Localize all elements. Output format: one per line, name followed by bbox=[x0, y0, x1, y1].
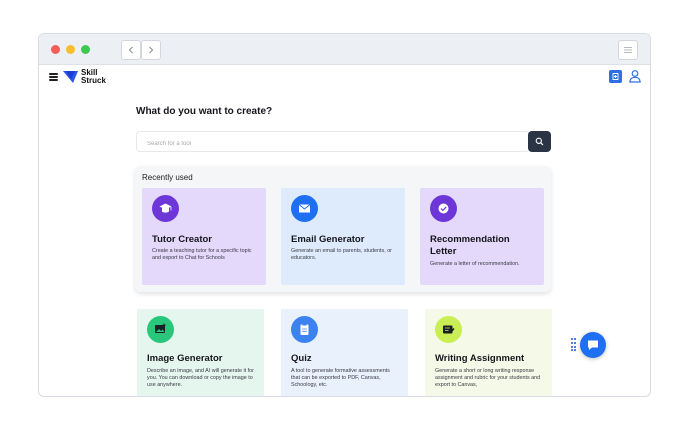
tool-card-quiz[interactable]: Quiz A tool to generate formative assess… bbox=[281, 309, 408, 396]
check-badge-icon bbox=[430, 195, 457, 222]
chevron-right-icon bbox=[149, 46, 154, 54]
tool-card-email-generator[interactable]: Email Generator Generate an email to par… bbox=[281, 188, 405, 285]
sliders-icon bbox=[624, 47, 632, 53]
chat-button[interactable] bbox=[580, 332, 606, 358]
card-title: Writing Assignment bbox=[435, 353, 525, 364]
brand-line-2: Struck bbox=[81, 75, 106, 85]
user-icon[interactable] bbox=[628, 69, 642, 83]
maximize-window-button[interactable] bbox=[81, 45, 90, 54]
chat-bubble-icon bbox=[588, 340, 598, 350]
app-header: Skill Struck bbox=[39, 65, 650, 91]
header-actions bbox=[609, 69, 642, 83]
brand-name: Skill Struck bbox=[81, 69, 111, 84]
card-title: Quiz bbox=[291, 353, 312, 364]
tool-card-recommendation-letter[interactable]: Recommendation Letter Generate a letter … bbox=[420, 188, 544, 285]
page-title: What do you want to create? bbox=[136, 106, 273, 117]
card-title: Tutor Creator bbox=[152, 234, 212, 245]
card-description: A tool to generate formative assessments… bbox=[291, 368, 390, 389]
clipboard-icon bbox=[291, 316, 318, 343]
forward-button[interactable] bbox=[141, 40, 161, 60]
recently-used-panel: Recently used Tutor Creator Create a tea… bbox=[135, 166, 551, 292]
browser-chrome bbox=[39, 34, 650, 65]
tool-card-image-generator[interactable]: Image Generator Describe an image, and A… bbox=[137, 309, 264, 396]
book-icon[interactable] bbox=[609, 69, 622, 83]
hamburger-menu-icon[interactable] bbox=[49, 73, 58, 81]
image-icon bbox=[147, 316, 174, 343]
tool-card-tutor-creator[interactable]: Tutor Creator Create a teaching tutor fo… bbox=[142, 188, 266, 285]
back-button[interactable] bbox=[121, 40, 141, 60]
skillstruck-logo[interactable]: Skill Struck bbox=[63, 69, 111, 84]
logo-mark-icon bbox=[63, 70, 78, 83]
pencil-note-icon bbox=[435, 316, 462, 343]
recently-used-label: Recently used bbox=[142, 173, 193, 182]
search-input[interactable] bbox=[137, 134, 529, 154]
card-title: Recommendation Letter bbox=[430, 234, 510, 257]
card-title: Email Generator bbox=[291, 234, 365, 245]
minimize-window-button[interactable] bbox=[66, 45, 75, 54]
tool-card-writing-assignment[interactable]: Writing Assignment Generate a short or l… bbox=[425, 309, 552, 396]
envelope-icon bbox=[291, 195, 318, 222]
search-button[interactable] bbox=[528, 131, 551, 152]
card-description: Create a teaching tutor for a specific t… bbox=[152, 248, 252, 262]
search-icon bbox=[535, 137, 544, 146]
drag-handle-icon[interactable] bbox=[571, 338, 576, 352]
card-title: Image Generator bbox=[147, 353, 223, 364]
main-content: What do you want to create? Recently use… bbox=[135, 106, 552, 292]
browser-window: Skill Struck What do you want to create?… bbox=[38, 33, 651, 397]
card-description: Generate a short or long writing respons… bbox=[435, 368, 541, 389]
chevron-left-icon bbox=[128, 46, 133, 54]
card-description: Generate a letter of recommendation. bbox=[430, 261, 520, 267]
search-field[interactable] bbox=[136, 131, 530, 154]
graduation-cap-icon bbox=[152, 195, 179, 222]
card-description: Generate an email to parents, students, … bbox=[291, 248, 392, 262]
browser-menu-button[interactable] bbox=[618, 40, 638, 60]
card-description: Describe an image, and AI will generate … bbox=[147, 368, 254, 389]
close-window-button[interactable] bbox=[51, 45, 60, 54]
